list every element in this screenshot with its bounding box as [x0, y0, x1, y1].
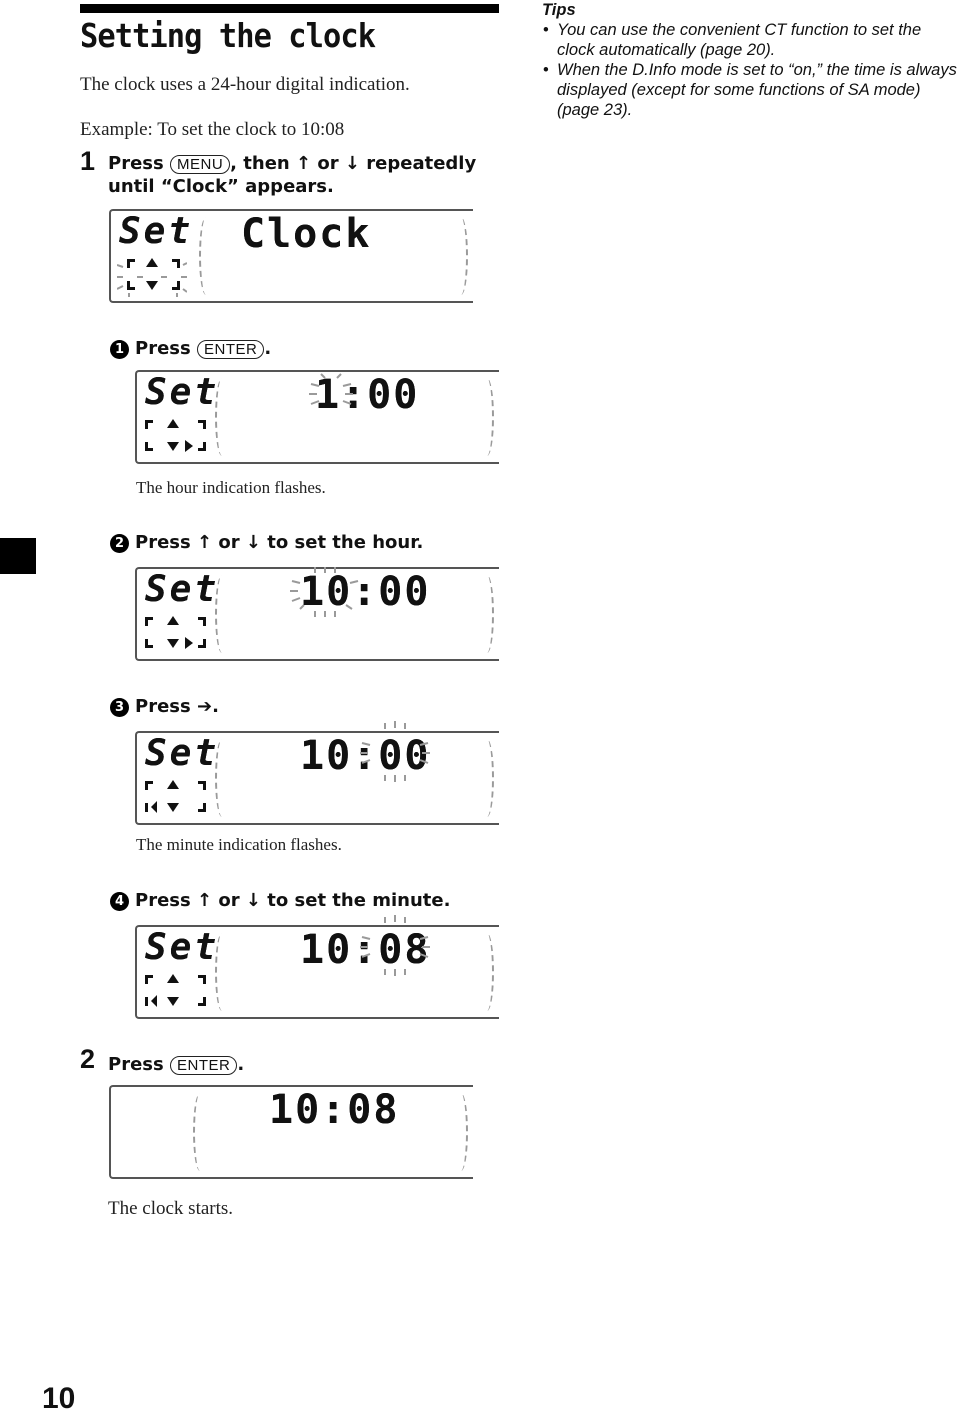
step-text: . [212, 696, 219, 717]
step-text: or [317, 153, 339, 174]
step-marker: 2 [110, 534, 129, 553]
step-text: Press [108, 153, 164, 174]
tip-item: You can use the convenient CT function t… [543, 20, 960, 60]
tips-list: You can use the convenient CT function t… [542, 20, 960, 120]
tips-box: Tips You can use the convenient CT funct… [542, 0, 960, 120]
section-header-bar [80, 4, 499, 13]
up-arrow-icon: ↑ [197, 532, 213, 553]
substep-4-instruction: 4 Press ↑ or ↓ to set the minute. [110, 889, 450, 912]
substep-3-instruction: 3 Press ➔. [110, 695, 219, 718]
lcd-set-label: Set [145, 733, 220, 774]
step-note: The clock starts. [108, 1198, 234, 1219]
intro-text: The clock uses a 24-hour digital indicat… [80, 74, 410, 95]
lcd-set-label: Set [119, 211, 194, 252]
step-text: . [237, 1054, 245, 1075]
cursor-keys-icon [145, 974, 206, 1007]
example-text: Example: To set the clock to 10:08 [80, 119, 345, 140]
lcd-display: 10:08 [109, 1085, 473, 1179]
enter-key: ENTER [197, 340, 265, 359]
lcd-set-label: Set [145, 372, 220, 413]
step-text: , then [230, 153, 290, 174]
substep-1-instruction: 1 Press ENTER. [110, 337, 271, 360]
step-2-instruction: Press ENTER. [108, 1053, 244, 1076]
step-text: . [264, 338, 272, 359]
flash-indicator-icon [360, 721, 430, 782]
lcd-display: Set 1:00 [135, 370, 499, 464]
lcd-display: Set 10:00 [135, 721, 499, 825]
step-text: to set the hour. [267, 532, 424, 553]
step-text: Press [135, 338, 191, 359]
step-text: repeatedly [366, 153, 477, 174]
lcd-time: 10:08 [269, 1087, 400, 1133]
step-text: to set the minute. [267, 890, 451, 911]
step-marker: 1 [110, 340, 129, 359]
step-text: Press [135, 890, 191, 911]
lcd-set-label: Set [145, 569, 220, 610]
lcd-display: Set Clock [109, 209, 473, 303]
flash-indicator-icon [309, 373, 353, 405]
down-arrow-icon: ↓ [344, 153, 360, 174]
up-arrow-icon: ↑ [197, 890, 213, 911]
lcd-display: Set 10:08 [135, 915, 499, 1019]
step-text: or [218, 532, 240, 553]
tip-item: When the D.Info mode is set to “on,” the… [543, 60, 960, 120]
step-text: Press [108, 1054, 164, 1075]
lcd-display: Set 10:00 [135, 567, 499, 661]
tips-title: Tips [542, 1, 576, 19]
cursor-keys-icon [145, 419, 206, 452]
section-tab-marker [0, 538, 36, 574]
step-note: The minute indication flashes. [136, 835, 342, 854]
cursor-keys-icon [117, 258, 187, 297]
right-arrow-icon: ➔ [197, 696, 213, 717]
lcd-main-text: Clock [241, 211, 372, 257]
menu-key: MENU [170, 155, 231, 174]
cursor-keys-icon [145, 780, 206, 813]
step-note: The hour indication flashes. [136, 478, 326, 497]
step-1-instruction: Press MENU, then ↑ or ↓ repeatedly until… [108, 152, 476, 198]
step-text: until “Clock” appears. [108, 176, 334, 197]
flash-indicator-icon [290, 567, 359, 617]
step-number: 2 [80, 1044, 96, 1074]
step-number: 1 [80, 146, 96, 176]
step-text: or [218, 890, 240, 911]
cursor-keys-icon [145, 616, 206, 649]
substep-2-instruction: 2 Press ↑ or ↓ to set the hour. [110, 531, 423, 554]
step-marker: 3 [110, 698, 129, 717]
flash-indicator-icon [360, 915, 430, 976]
down-arrow-icon: ↓ [245, 532, 261, 553]
page-number: 10 [42, 1382, 76, 1415]
step-text: Press [135, 532, 191, 553]
step-marker: 4 [110, 892, 129, 911]
lcd-set-label: Set [145, 927, 220, 968]
enter-key: ENTER [170, 1056, 238, 1075]
up-arrow-icon: ↑ [296, 153, 312, 174]
step-text: Press [135, 696, 191, 717]
down-arrow-icon: ↓ [245, 890, 261, 911]
page-title: Setting the clock [80, 16, 376, 55]
